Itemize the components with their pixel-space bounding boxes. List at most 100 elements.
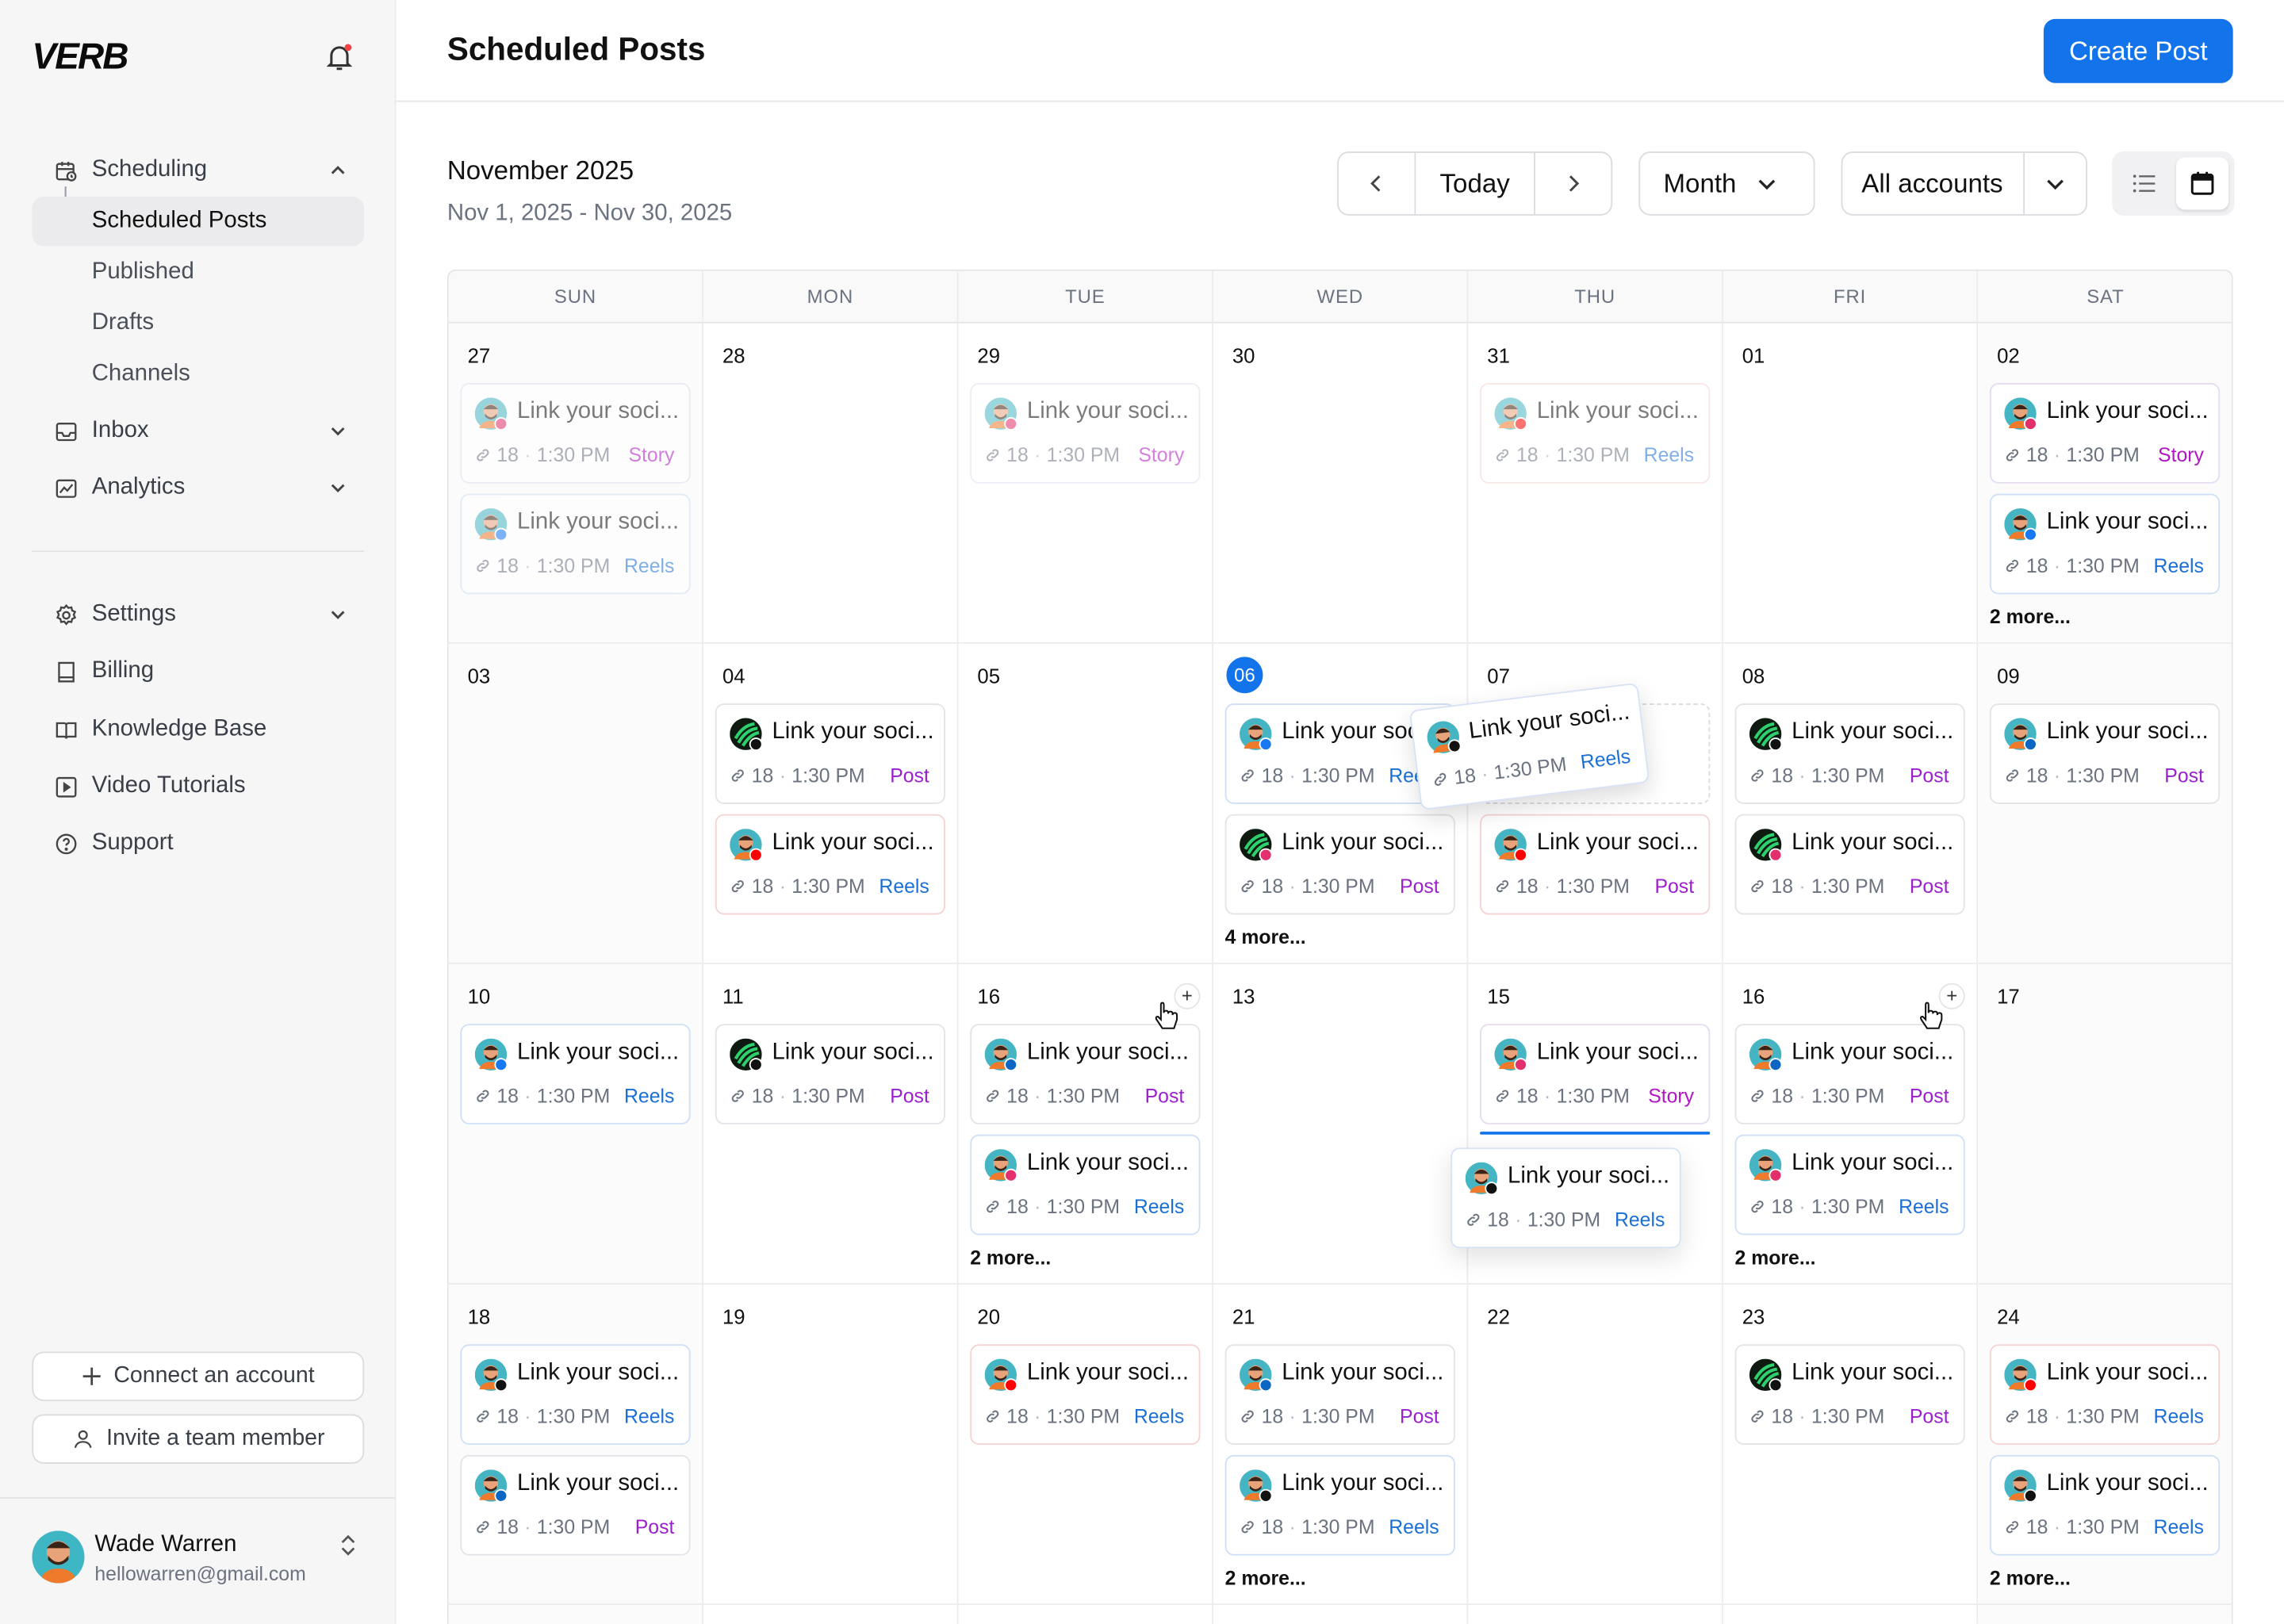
calendar-day-cell[interactable]: 01 xyxy=(1723,323,1979,644)
more-posts-link[interactable]: 2 more... xyxy=(1990,606,2071,628)
nav-support[interactable]: Support xyxy=(32,818,364,868)
more-posts-link[interactable]: 2 more... xyxy=(970,1247,1051,1269)
accounts-dropdown-toggle[interactable] xyxy=(2025,174,2086,194)
nav-settings-label: Settings xyxy=(91,601,176,626)
calendar-day-cell[interactable]: 24 Link your soci... 18 · 1:30 PM Reels Link y… xyxy=(1978,1284,2232,1606)
next-button[interactable] xyxy=(1535,153,1611,214)
calendar-day-cell[interactable]: 08 Link your soci... 18 · 1:30 PM Post Link yo… xyxy=(1723,643,1979,964)
calendar-day-cell[interactable]: 29 Link your soci... 18 · 1:30 PM Story xyxy=(958,323,1213,644)
list-view-button[interactable] xyxy=(2118,157,2171,209)
scheduled-post-card[interactable]: Link your soci... 18 · 1:30 PM Post xyxy=(1224,1344,1455,1446)
scheduled-post-card[interactable]: Link your soci... 18 · 1:30 PM Story xyxy=(460,383,691,484)
nav-inbox[interactable]: Inbox xyxy=(32,406,364,455)
calendar-day-cell[interactable]: 19 xyxy=(703,1284,959,1606)
post-type-badge: Reels xyxy=(623,1085,675,1107)
calendar-day-cell[interactable]: 20 Link your soci... 18 · 1:30 PM Reels xyxy=(958,1284,1213,1606)
calendar-day-cell[interactable]: 23 Link your soci... 18 · 1:30 PM Post xyxy=(1723,1284,1979,1606)
scheduled-post-card[interactable]: Link your soci... 18 · 1:30 PM Reels xyxy=(460,1344,691,1446)
post-title: Link your soci... xyxy=(772,829,934,856)
calendar-day-cell[interactable]: 21 Link your soci... 18 · 1:30 PM Post Link yo… xyxy=(1213,1284,1469,1606)
scheduled-post-card[interactable]: Link your soci... 18 · 1:30 PM Story xyxy=(1989,383,2221,484)
sidebar-item-published[interactable]: Published xyxy=(32,247,364,297)
calendar-day-cell[interactable]: 17 xyxy=(1978,963,2232,1285)
day-number: 13 xyxy=(1232,984,1255,1008)
calendar-day-cell[interactable]: 10 Link your soci... 18 · 1:30 PM Reels xyxy=(448,963,704,1285)
nav-knowledge-base[interactable]: Knowledge Base xyxy=(32,705,364,754)
calendar-day-cell[interactable]: 18 Link your soci... 18 · 1:30 PM Reels Link y… xyxy=(448,1284,704,1606)
calendar-day-cell[interactable]: 04 Link your soci... 18 · 1:30 PM Post Link yo… xyxy=(703,643,959,964)
scheduled-post-card[interactable]: Link your soci... 18 · 1:30 PM Reels xyxy=(1224,1454,1455,1556)
accounts-select[interactable]: All accounts xyxy=(1841,151,2087,216)
user-profile[interactable]: Wade Warren hellowarren@gmail.com xyxy=(0,1497,395,1624)
scheduled-post-card[interactable]: Link your soci... 18 · 1:30 PM Reels xyxy=(970,1344,1201,1446)
invite-member-button[interactable]: Invite a team member xyxy=(32,1414,365,1464)
calendar-day-cell[interactable]: 16 Link your soci... 18 · 1:30 PM Post Link yo… xyxy=(958,963,1213,1285)
chevron-down-icon xyxy=(2047,179,2064,190)
calendar-day-cell[interactable]: 03 xyxy=(448,643,704,964)
today-button[interactable]: Today xyxy=(1416,153,1535,214)
calendar-view-button[interactable] xyxy=(2176,157,2229,210)
connect-account-button[interactable]: Connect an account xyxy=(32,1351,365,1401)
scheduled-post-card[interactable]: Link your soci... 18 · 1:30 PM Reels xyxy=(715,814,946,915)
nav-video-tutorials[interactable]: Video Tutorials xyxy=(32,762,364,811)
scheduled-post-card[interactable]: Link your soci... 18 · 1:30 PM Post xyxy=(460,1454,691,1556)
nav-billing-label: Billing xyxy=(91,658,155,684)
month-title: November 2025 xyxy=(446,155,634,186)
calendar-day-cell[interactable]: 27 Link your soci... 18 · 1:30 PM Story Link y… xyxy=(448,323,704,644)
calendar-day-cell[interactable]: 31 Link your soci... 18 · 1:30 PM Reels xyxy=(1468,323,1723,644)
calendar-day-cell[interactable]: 11 Link your soci... 18 · 1:30 PM Post xyxy=(703,963,959,1285)
calendar-day-cell[interactable]: 02 Link your soci... 18 · 1:30 PM Story Link y… xyxy=(1978,323,2232,644)
calendar-day-cell[interactable] xyxy=(1213,1605,1469,1624)
nav-analytics[interactable]: Analytics xyxy=(32,463,364,512)
calendar-day-cell[interactable]: 22 xyxy=(1468,1284,1723,1606)
scheduled-post-card[interactable]: Link your soci... 18 · 1:30 PM Post xyxy=(1734,814,1965,915)
calendar-day-cell[interactable] xyxy=(1978,1605,2232,1624)
scheduled-post-card[interactable]: Link your soci... 18 · 1:30 PM Post xyxy=(1480,814,1711,915)
scheduled-post-card[interactable]: Link your soci... 18 · 1:30 PM Reels xyxy=(1989,1454,2221,1556)
prev-button[interactable] xyxy=(1339,153,1414,214)
more-posts-link[interactable]: 4 more... xyxy=(1225,926,1306,948)
more-posts-link[interactable]: 2 more... xyxy=(1225,1567,1306,1589)
calendar-day-cell[interactable] xyxy=(1723,1605,1979,1624)
calendar-day-cell[interactable]: 05 xyxy=(958,643,1213,964)
scheduled-post-card[interactable]: Link your soci... 18 · 1:30 PM Post xyxy=(715,1024,946,1124)
nav-billing[interactable]: Billing xyxy=(32,646,364,695)
notification-bell-icon[interactable] xyxy=(324,40,355,72)
sidebar-item-drafts[interactable]: Drafts xyxy=(32,299,364,348)
sidebar-item-scheduled-posts[interactable]: Scheduled Posts xyxy=(32,196,365,247)
sidebar-item-channels[interactable]: Channels xyxy=(32,350,364,399)
calendar-day-cell[interactable] xyxy=(448,1605,704,1624)
scheduled-post-card[interactable]: Link your soci... 18 · 1:30 PM Post xyxy=(1734,703,1965,804)
scheduled-post-card[interactable]: Link your soci... 18 · 1:30 PM Story xyxy=(1480,1024,1711,1124)
post-count: 18 xyxy=(496,444,519,466)
scheduled-post-card[interactable]: Link your soci... 18 · 1:30 PM Reels xyxy=(460,1024,691,1124)
scheduled-post-card[interactable]: Link your soci... 18 · 1:30 PM Post xyxy=(970,1024,1201,1124)
calendar-day-cell[interactable] xyxy=(703,1605,959,1624)
view-select[interactable]: Month xyxy=(1638,151,1815,216)
scheduled-post-card[interactable]: Link your soci... 18 · 1:30 PM Post xyxy=(1989,703,2221,804)
calendar-day-cell[interactable]: 13 xyxy=(1213,963,1469,1285)
scheduled-post-card[interactable]: Link your soci... 18 · 1:30 PM Reels xyxy=(1734,1134,1965,1235)
scheduled-post-card[interactable]: Link your soci... 18 · 1:30 PM Post xyxy=(1224,814,1455,915)
dragging-post-card[interactable]: Link your soci... 18 · 1:30 PM Reels xyxy=(1450,1147,1681,1249)
post-type-badge: Post xyxy=(1400,1405,1439,1427)
calendar-day-cell[interactable] xyxy=(958,1605,1213,1624)
calendar-day-cell[interactable]: 30 xyxy=(1213,323,1469,644)
nav-settings[interactable]: Settings xyxy=(32,590,364,639)
scheduled-post-card[interactable]: Link your soci... 18 · 1:30 PM Post xyxy=(1734,1344,1965,1446)
calendar-day-cell[interactable]: 28 xyxy=(703,323,959,644)
scheduled-post-card[interactable]: Link your soci... 18 · 1:30 PM Reels xyxy=(1989,493,2221,595)
scheduled-post-card[interactable]: Link your soci... 18 · 1:30 PM Reels xyxy=(1989,1344,2221,1446)
calendar-day-cell[interactable] xyxy=(1468,1605,1723,1624)
scheduled-post-card[interactable]: Link your soci... 18 · 1:30 PM Reels xyxy=(460,493,691,595)
more-posts-link[interactable]: 2 more... xyxy=(1990,1567,2071,1589)
calendar-day-cell[interactable]: 09 Link your soci... 18 · 1:30 PM Post xyxy=(1978,643,2232,964)
create-post-button[interactable]: Create Post xyxy=(2043,18,2233,83)
scheduled-post-card[interactable]: Link your soci... 18 · 1:30 PM Reels xyxy=(970,1134,1201,1235)
scheduled-post-card[interactable]: Link your soci... 18 · 1:30 PM Post xyxy=(1734,1024,1965,1124)
scheduled-post-card[interactable]: Link your soci... 18 · 1:30 PM Reels xyxy=(1480,383,1711,484)
more-posts-link[interactable]: 2 more... xyxy=(1735,1247,1816,1269)
scheduled-post-card[interactable]: Link your soci... 18 · 1:30 PM Story xyxy=(970,383,1201,484)
calendar-day-cell[interactable]: 16 Link your soci... 18 · 1:30 PM Post Link yo… xyxy=(1723,963,1979,1285)
scheduled-post-card[interactable]: Link your soci... 18 · 1:30 PM Post xyxy=(715,703,946,804)
